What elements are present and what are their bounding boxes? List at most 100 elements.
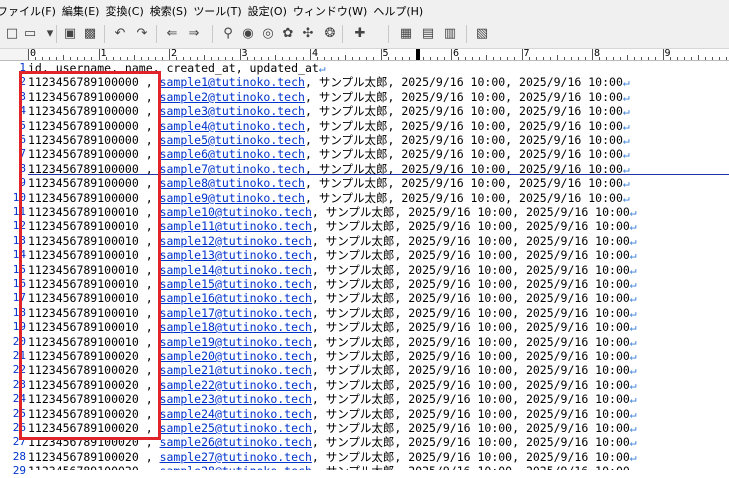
mark-icon[interactable]: ✿ [280, 26, 296, 42]
outline-icon[interactable]: ✚ [352, 26, 368, 42]
menu-item-5[interactable]: 設定(O) [248, 3, 293, 19]
ruler-tick [429, 57, 431, 60]
ruler-tick [676, 57, 678, 60]
email-link[interactable]: sample19@tutinoko.tech [160, 335, 312, 349]
undo-icon[interactable]: ↶ [112, 26, 128, 42]
jump-forward-icon[interactable]: ⇒ [186, 26, 202, 42]
menu-bar: ファイル(F) 編集(E) 変換(C) 検索(S) ツール(T) 設定(O) ウィンドウ(W… [0, 0, 729, 22]
email-link[interactable]: sample24@tutinoko.tech [160, 407, 312, 421]
ruler-tick [535, 57, 537, 60]
record-tail: , サンプル太郎, 2025/9/16 10:00, 2025/9/16 10:… [304, 190, 623, 205]
email-link[interactable]: sample5@tutinoko.tech [160, 133, 305, 147]
search-next-icon[interactable]: ◎ [260, 26, 276, 42]
menu-item-2[interactable]: 変換(C) [105, 3, 149, 19]
ruler-tick [465, 57, 467, 60]
email-link[interactable]: sample15@tutinoko.tech [160, 277, 312, 291]
search-prev-icon[interactable]: ◉ [240, 26, 256, 42]
email-link[interactable]: sample25@tutinoko.tech [160, 421, 312, 435]
email-link[interactable]: sample28@tutinoko.tech [160, 464, 312, 470]
ruler-tick [77, 57, 79, 60]
separator-comma: , [138, 449, 160, 464]
column-ruler: 0 1 2 3 4 5 6 7 8 9 [28, 48, 729, 61]
open-folder-icon[interactable]: ▭ [22, 26, 38, 42]
email-link[interactable]: sample4@tutinoko.tech [160, 119, 305, 133]
jump-back-icon[interactable]: ⇐ [164, 26, 180, 42]
ruler-tick [725, 57, 727, 60]
return-glyph: ↵ [622, 147, 630, 162]
record-tail: , サンプル太郎, 2025/9/16 10:00, 2025/9/16 10:… [311, 334, 630, 349]
menu-item-7[interactable]: ヘルプ(H) [373, 3, 429, 19]
return-glyph: ↵ [629, 219, 637, 234]
save-icon[interactable]: ▣ [62, 26, 78, 42]
new-file-icon[interactable]: □ [4, 26, 20, 42]
replace-icon[interactable]: ❂ [322, 26, 338, 42]
return-glyph: ↵ [629, 262, 637, 277]
return-glyph: ↵ [318, 61, 326, 75]
email-link[interactable]: sample16@tutinoko.tech [160, 291, 312, 305]
ruler-tick [507, 57, 509, 60]
record-tail: , サンプル太郎, 2025/9/16 10:00, 2025/9/16 10:… [311, 377, 630, 392]
email-link[interactable]: sample26@tutinoko.tech [160, 435, 312, 449]
email-link[interactable]: sample14@tutinoko.tech [160, 263, 312, 277]
return-glyph: ↵ [622, 190, 630, 205]
email-link[interactable]: sample21@tutinoko.tech [160, 363, 312, 377]
menu-item-1[interactable]: 編集(E) [62, 3, 106, 19]
ruler-tick [620, 57, 622, 60]
menu-item-4[interactable]: ツール(T) [193, 3, 247, 19]
email-link[interactable]: sample18@tutinoko.tech [160, 320, 312, 334]
menu-item-3[interactable]: 検索(S) [150, 3, 194, 19]
settings-icon[interactable]: ▤ [420, 26, 436, 42]
ruler-tick [119, 57, 121, 60]
save-all-icon[interactable]: ▩ [82, 26, 98, 42]
email-link[interactable]: sample27@tutinoko.tech [160, 450, 312, 464]
redo-icon[interactable]: ↷ [134, 26, 150, 42]
menu-item-0[interactable]: ファイル(F) [0, 3, 62, 19]
record-tail: , サンプル太郎, 2025/9/16 10:00, 2025/9/16 10:… [304, 104, 623, 119]
ruler-tick [239, 49, 241, 60]
toolbar-separator [466, 25, 467, 43]
ruler-tick [514, 57, 516, 60]
email-link[interactable]: sample20@tutinoko.tech [160, 349, 312, 363]
email-link[interactable]: sample12@tutinoko.tech [160, 234, 312, 248]
email-link[interactable]: sample10@tutinoko.tech [160, 205, 312, 219]
record-tail: , サンプル太郎, 2025/9/16 10:00, 2025/9/16 10:… [311, 262, 630, 277]
compare-icon[interactable]: ▦ [398, 26, 414, 42]
record-tail: , サンプル太郎, 2025/9/16 10:00, 2025/9/16 10:… [311, 305, 630, 320]
search-icon[interactable]: ⚲ [220, 26, 236, 42]
line-number: 29 [12, 464, 26, 478]
record-tail: , サンプル太郎, 2025/9/16 10:00, 2025/9/16 10:… [311, 277, 630, 291]
window-list-icon[interactable]: ▧ [474, 26, 490, 42]
email-link[interactable]: sample9@tutinoko.tech [160, 191, 305, 205]
ruler-tick [190, 57, 192, 60]
email-link[interactable]: sample6@tutinoko.tech [160, 147, 305, 161]
email-link[interactable]: sample22@tutinoko.tech [160, 378, 312, 392]
toolbar-separator [388, 25, 389, 43]
ruler-tick [140, 57, 142, 60]
ruler-tick [147, 57, 149, 60]
menu-item-6[interactable]: ウィンドウ(W) [293, 3, 373, 19]
email-link[interactable]: sample11@tutinoko.tech [160, 219, 312, 233]
email-link[interactable]: sample8@tutinoko.tech [160, 176, 305, 190]
ruler-tick [288, 57, 290, 60]
text-line[interactable]: 1123456789100020 , sample27@tutinoko.tec… [28, 450, 637, 464]
email-link[interactable]: sample1@tutinoko.tech [160, 75, 305, 89]
ruler-tick [331, 57, 333, 60]
return-glyph: ↵ [622, 75, 630, 90]
email-link[interactable]: sample23@tutinoko.tech [160, 392, 312, 406]
email-link[interactable]: sample2@tutinoko.tech [160, 90, 305, 104]
record-tail: , サンプル太郎, 2025/9/16 10:00, 2025/9/16 10:… [304, 147, 623, 162]
toolbar-separator [342, 25, 343, 43]
grep-icon[interactable]: ✣ [300, 26, 316, 42]
record-id: 1123456789100020 [28, 449, 139, 464]
ruler-tick [42, 57, 44, 60]
font-icon[interactable]: ▥ [442, 26, 458, 42]
ruler-tick [169, 49, 170, 60]
ruler-tick [274, 55, 276, 60]
email-link[interactable]: sample3@tutinoko.tech [160, 104, 305, 118]
ruler-tick [563, 57, 565, 60]
email-link[interactable]: sample13@tutinoko.tech [160, 248, 312, 262]
ruler-tick [310, 49, 311, 60]
email-link[interactable]: sample17@tutinoko.tech [160, 306, 312, 320]
record-tail: , サンプル太郎, 2025/9/16 10:00, 2025/9/16 10:… [311, 291, 630, 306]
text-line[interactable]: 1123456789100020 , sample28@tutinoko.tec… [28, 464, 637, 470]
